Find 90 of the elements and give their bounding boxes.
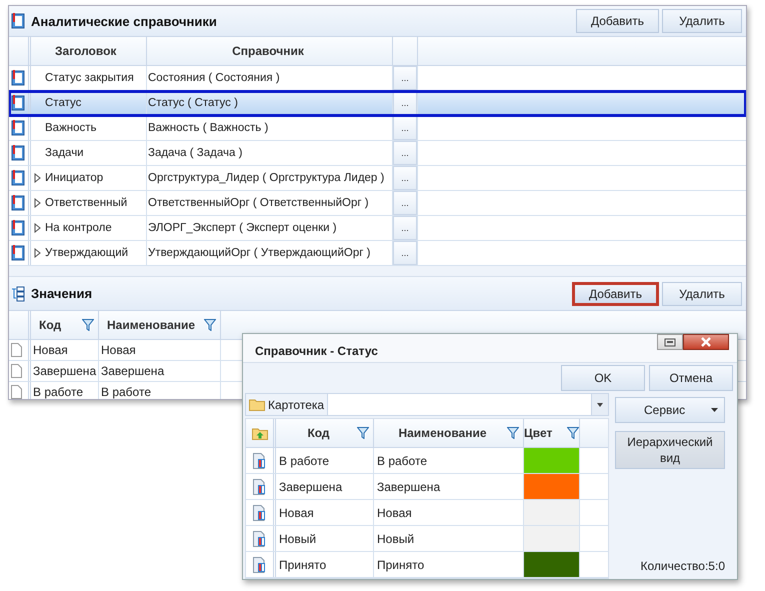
folder-up-icon[interactable] <box>252 426 268 440</box>
table-cell: Новая <box>279 506 314 520</box>
table-cell: Статус <box>45 97 82 109</box>
filter-icon[interactable] <box>204 319 216 331</box>
browse-button[interactable]: ... <box>393 241 417 265</box>
document-icon <box>253 556 266 572</box>
record-count: Количество:5:0 <box>640 559 725 575</box>
dialog-title: Справочник - Статус <box>255 344 378 358</box>
browse-button[interactable]: ... <box>393 66 417 90</box>
table-cell: Утверждающий <box>45 247 128 259</box>
restore-icon <box>664 338 676 346</box>
expand-icon[interactable] <box>34 173 40 183</box>
column-header[interactable]: Код <box>31 311 99 339</box>
table-cell: В работе <box>279 454 330 468</box>
dialog-button[interactable]: OK <box>561 365 645 391</box>
toolbar-button[interactable]: Добавить <box>572 282 659 306</box>
table-cell: ЭЛОРГ_Эксперт ( Эксперт оценки ) <box>148 222 337 234</box>
hierarchy-button[interactable]: Иерархический вид <box>615 431 725 469</box>
document-icon <box>253 504 266 520</box>
table-cell: Инициатор <box>45 172 104 184</box>
table-row[interactable]: Инициатор Оргструктура_Лидер ( Оргструктура Лидер ) ... <box>9 166 746 191</box>
table-cell: Новый <box>279 532 316 546</box>
table-cell: Завершена <box>33 364 96 378</box>
table-cell: Статус ( Статус ) <box>148 97 238 109</box>
table-row[interactable]: Задачи Задача ( Задача ) ... <box>9 141 746 166</box>
table-cell: Завершена <box>377 480 440 494</box>
toolbar-button[interactable]: Удалить <box>662 282 742 306</box>
table-cell: В работе <box>101 385 152 399</box>
table-cell: Новый <box>377 532 414 546</box>
column-header[interactable]: Наименование <box>99 311 221 339</box>
table-cell: Принято <box>279 558 326 572</box>
book-icon <box>11 13 25 29</box>
table-row[interactable]: Важность Важность ( Важность ) ... <box>9 116 746 141</box>
table-cell: Принято <box>377 558 424 572</box>
table-cell: Новая <box>101 343 136 357</box>
table-row[interactable]: Утверждающий УтверждающийОрг ( УтверждающийОрг ) ... <box>9 241 746 266</box>
table-cell: В работе <box>33 385 84 399</box>
column-header[interactable]: Код <box>276 419 374 447</box>
table-cell: Задача ( Задача ) <box>148 147 242 159</box>
service-button[interactable]: Сервис <box>615 397 725 423</box>
filter-icon[interactable] <box>507 427 519 439</box>
browse-button[interactable]: ... <box>393 191 417 215</box>
restore-button[interactable] <box>657 334 683 350</box>
table-cell: Новая <box>33 343 68 357</box>
table-cell: УтверждающийОрг ( УтверждающийОрг ) <box>148 247 370 259</box>
column-header[interactable]: Справочник <box>147 37 393 65</box>
table-row[interactable]: На контроле ЭЛОРГ_Эксперт ( Эксперт оценки ) ... <box>9 216 746 241</box>
browse-button[interactable]: ... <box>393 141 417 165</box>
panel-title: Значения <box>31 286 92 301</box>
tree-icon <box>11 286 25 302</box>
document-icon <box>253 530 266 546</box>
table-cell: Статус закрытия <box>45 72 134 84</box>
table-cell: Важность <box>45 122 97 134</box>
table-cell: Ответственный <box>45 197 128 209</box>
table-cell: Завершена <box>279 480 342 494</box>
table-cell: Задачи <box>45 147 84 159</box>
book-icon <box>11 95 25 111</box>
table-cell: Оргструктура_Лидер ( Оргструктура Лидер ) <box>148 172 384 184</box>
expand-icon[interactable] <box>34 198 40 208</box>
column-header[interactable]: Цвет <box>524 419 580 447</box>
table-cell: ОтветственныйОрг ( ОтветственныйОрг ) <box>148 197 369 209</box>
caret-icon <box>711 408 718 412</box>
table-row[interactable]: Статус Статус ( Статус ) ... <box>9 91 746 116</box>
toolbar-button[interactable]: Добавить <box>576 9 659 33</box>
table-cell: На контроле <box>45 222 112 234</box>
filter-icon[interactable] <box>567 427 579 439</box>
table-cell: Состояния ( Состояния ) <box>148 72 280 84</box>
document-icon <box>253 452 266 468</box>
close-button[interactable] <box>683 334 729 350</box>
folder-tab[interactable]: Картотека <box>246 394 328 415</box>
table-row[interactable]: Ответственный ОтветственныйОрг ( ОтветственныйОрг ) ... <box>9 191 746 216</box>
dialog-button[interactable]: Отмена <box>649 365 733 391</box>
expand-icon[interactable] <box>34 223 40 233</box>
browse-button[interactable]: ... <box>393 216 417 240</box>
table-cell: В работе <box>377 454 428 468</box>
column-header[interactable]: Заголовок <box>43 37 147 65</box>
column-header[interactable]: Наименование <box>374 419 524 447</box>
browse-button[interactable]: ... <box>393 91 417 115</box>
filter-icon[interactable] <box>357 427 369 439</box>
close-icon <box>700 337 712 347</box>
table-cell: Новая <box>377 506 412 520</box>
toolbar-button[interactable]: Удалить <box>662 9 742 33</box>
browse-button[interactable]: ... <box>393 166 417 190</box>
panel-title: Аналитические справочники <box>31 14 217 28</box>
table-cell: Завершена <box>101 364 164 378</box>
expand-icon[interactable] <box>34 248 40 258</box>
table-cell: Важность ( Важность ) <box>148 122 268 134</box>
filter-icon[interactable] <box>82 319 94 331</box>
browse-button[interactable]: ... <box>393 116 417 140</box>
document-icon <box>253 478 266 494</box>
